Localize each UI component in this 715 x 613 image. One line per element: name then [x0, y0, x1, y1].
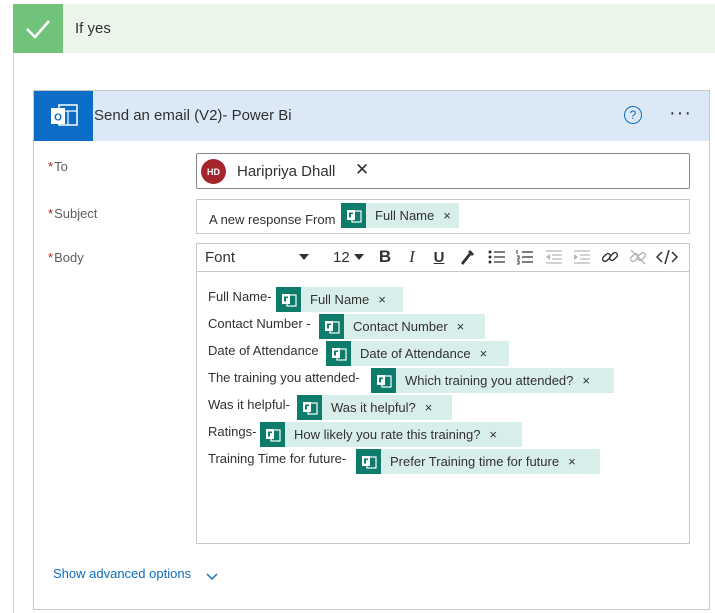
token-label: Full Name	[375, 208, 435, 223]
italic-button[interactable]: I	[402, 247, 422, 267]
token-remove-icon[interactable]: ×	[434, 208, 459, 223]
required-marker: *	[48, 159, 54, 174]
body-label: *Body	[48, 250, 84, 265]
body-line-text: Ratings-	[208, 424, 257, 439]
forms-icon	[297, 395, 322, 420]
font-size-dropdown[interactable]: 12	[333, 249, 350, 266]
forms-icon	[341, 203, 366, 228]
to-label-text: To	[54, 159, 68, 174]
subject-label: *Subject	[48, 206, 97, 221]
token-label: Full Name	[310, 292, 370, 307]
font-dropdown[interactable]: Font	[205, 249, 235, 266]
body-line-text: Contact Number -	[208, 316, 311, 331]
remove-recipient-icon[interactable]: ✕	[355, 160, 369, 180]
forms-icon	[260, 422, 285, 447]
more-options-icon[interactable]: ···	[669, 102, 692, 125]
avatar: HD	[201, 159, 226, 184]
token-label: Contact Number	[353, 319, 448, 334]
unlink-icon[interactable]	[628, 247, 648, 267]
token-remove-icon[interactable]: ×	[559, 454, 584, 469]
token-remove-icon[interactable]: ×	[471, 346, 496, 361]
token-label: Date of Attendance	[360, 346, 471, 361]
branch-header-if-yes[interactable]: If yes	[13, 4, 715, 53]
token-remove-icon[interactable]: ×	[369, 292, 394, 307]
dynamic-content-token[interactable]: How likely you rate this training? ×	[260, 422, 522, 447]
subject-label-text: Subject	[54, 206, 98, 221]
token-remove-icon[interactable]: ×	[573, 373, 598, 388]
decrease-indent-icon[interactable]	[544, 247, 564, 267]
token-remove-icon[interactable]: ×	[448, 319, 473, 334]
increase-indent-icon[interactable]	[572, 247, 592, 267]
dynamic-content-token[interactable]: Was it helpful? ×	[297, 395, 452, 420]
forms-icon	[371, 368, 396, 393]
required-marker: *	[48, 206, 54, 221]
dynamic-content-token[interactable]: Contact Number ×	[319, 314, 485, 339]
to-label: *To	[48, 159, 68, 174]
token-label: Was it helpful?	[331, 400, 416, 415]
recipient-name: Haripriya Dhall	[237, 163, 336, 180]
dynamic-content-token[interactable]: Full Name ×	[341, 203, 459, 228]
forms-icon	[319, 314, 344, 339]
rich-text-toolbar: Font 12 B I U	[197, 244, 689, 272]
font-color-icon[interactable]	[457, 247, 477, 267]
forms-icon	[326, 341, 351, 366]
chevron-down-icon[interactable]	[354, 254, 364, 260]
show-advanced-options-link[interactable]: Show advanced options	[53, 566, 191, 581]
outlook-icon: O	[34, 91, 93, 141]
dynamic-content-token[interactable]: Date of Attendance ×	[326, 341, 509, 366]
numbered-list-icon[interactable]	[515, 247, 535, 267]
chevron-down-icon[interactable]	[299, 254, 309, 260]
token-label: Prefer Training time for future	[390, 454, 560, 469]
required-marker: *	[48, 250, 54, 265]
link-icon[interactable]	[600, 247, 620, 267]
forms-icon	[356, 449, 381, 474]
dynamic-content-token[interactable]: Which training you attended? ×	[371, 368, 614, 393]
dynamic-content-token[interactable]: Prefer Training time for future ×	[356, 449, 600, 474]
body-line-text: Was it helpful-	[208, 397, 290, 412]
body-label-text: Body	[54, 250, 84, 265]
branch-connector-line	[13, 53, 14, 613]
subject-field[interactable]: A new response From Full Name ×	[196, 199, 690, 234]
body-line-text: Training Time for future-	[208, 451, 347, 466]
to-field[interactable]: HD Haripriya Dhall ✕	[196, 153, 690, 189]
token-remove-icon[interactable]: ×	[416, 400, 441, 415]
action-card-header[interactable]: O Send an email (V2)- Power Bi ? ···	[34, 91, 709, 141]
branch-title: If yes	[75, 20, 111, 37]
body-line-text: Full Name-	[208, 289, 272, 304]
bulleted-list-icon[interactable]	[487, 247, 507, 267]
body-line-text: The training you attended-	[208, 370, 360, 385]
token-remove-icon[interactable]: ×	[480, 427, 505, 442]
subject-text: A new response From	[209, 212, 336, 227]
help-icon[interactable]: ?	[624, 106, 642, 124]
svg-text:O: O	[54, 113, 62, 124]
token-label: Which training you attended?	[405, 373, 574, 388]
forms-icon	[276, 287, 301, 312]
bold-button[interactable]: B	[375, 247, 395, 267]
checkmark-icon	[13, 4, 63, 53]
chevron-down-icon[interactable]	[206, 568, 218, 586]
action-title: Send an email (V2)- Power Bi	[94, 107, 292, 124]
dynamic-content-token[interactable]: Full Name ×	[276, 287, 403, 312]
code-view-icon[interactable]	[655, 247, 679, 267]
token-label: How likely you rate this training?	[294, 427, 481, 442]
body-line-text: Date of Attendance	[208, 343, 319, 358]
underline-button[interactable]: U	[429, 247, 449, 267]
